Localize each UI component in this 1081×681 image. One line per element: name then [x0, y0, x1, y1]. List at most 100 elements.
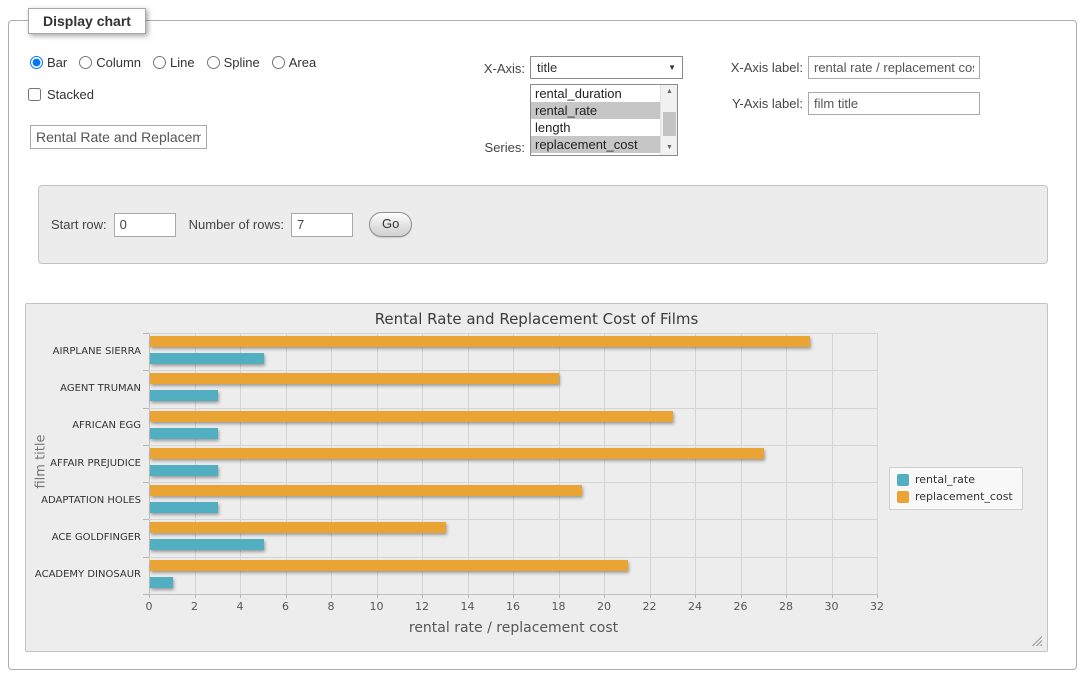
gridline-vertical — [559, 333, 560, 594]
series-option-rental_duration[interactable]: rental_duration — [531, 85, 660, 102]
series-listbox-label: Series: — [440, 140, 525, 155]
chart-type-option-area[interactable]: Area — [272, 55, 316, 70]
gridline-vertical — [468, 333, 469, 594]
gridline-vertical — [331, 333, 332, 594]
chart-type-radio-bar[interactable] — [30, 56, 43, 69]
bar-rental_rate-affair-prejudice — [150, 465, 218, 476]
gridline-horizontal — [149, 482, 878, 483]
series-option-replacement_cost[interactable]: replacement_cost — [531, 136, 660, 153]
gridline-vertical — [832, 333, 833, 594]
num-rows-label: Number of rows: — [189, 217, 284, 232]
num-rows-input[interactable] — [291, 213, 353, 237]
series-option-length[interactable]: length — [531, 119, 660, 136]
y-tick-mark — [143, 482, 149, 483]
chart-title-input[interactable] — [30, 125, 207, 149]
chart-type-option-bar[interactable]: Bar — [30, 55, 67, 70]
chart-type-option-label: Line — [170, 55, 195, 70]
gridline-vertical — [286, 333, 287, 594]
gridline-horizontal — [149, 519, 878, 520]
scroll-up-icon[interactable]: ▲ — [661, 85, 678, 99]
category-label: AIRPLANE SIERRA — [26, 346, 141, 357]
x-tick-label: 32 — [862, 600, 892, 613]
legend-item-replacement_cost[interactable]: replacement_cost — [897, 490, 1013, 503]
go-button[interactable]: Go — [369, 212, 412, 237]
stacked-option[interactable]: Stacked — [28, 87, 94, 102]
x-tick-label: 22 — [635, 600, 665, 613]
bar-replacement_cost-airplane-sierra — [150, 336, 810, 347]
x-axis-select[interactable]: title ▼ — [530, 56, 683, 79]
y-tick-mark — [143, 519, 149, 520]
bar-rental_rate-academy-dinosaur — [150, 577, 173, 588]
x-tick-label: 26 — [726, 600, 756, 613]
gridline-horizontal — [149, 370, 878, 371]
x-axis-title: rental rate / replacement cost — [149, 620, 878, 636]
chart-type-option-column[interactable]: Column — [79, 55, 141, 70]
legend-label: rental_rate — [915, 473, 975, 486]
x-tick-label: 30 — [817, 600, 847, 613]
stacked-label: Stacked — [47, 87, 94, 102]
x-tick-label: 18 — [544, 600, 574, 613]
gridline-horizontal — [149, 445, 878, 446]
legend-label: replacement_cost — [915, 490, 1013, 503]
category-label: AGENT TRUMAN — [26, 383, 141, 394]
series-listbox[interactable]: ▲ ▼ rental_durationrental_ratelengthrepl… — [530, 84, 678, 156]
category-label: AFRICAN EGG — [26, 420, 141, 431]
bar-replacement_cost-african-egg — [150, 411, 673, 422]
x-tick-label: 16 — [498, 600, 528, 613]
chart-container: Rental Rate and Replacement Cost of Film… — [25, 303, 1048, 652]
y-axis-label-caption: Y-Axis label: — [710, 96, 803, 111]
bar-rental_rate-agent-truman — [150, 390, 218, 401]
x-tick-label: 14 — [453, 600, 483, 613]
chart-type-option-line[interactable]: Line — [153, 55, 195, 70]
gridline-vertical — [240, 333, 241, 594]
gridline-vertical — [650, 333, 651, 594]
x-axis-label-caption: X-Axis label: — [710, 60, 803, 75]
resize-handle-icon[interactable] — [1032, 636, 1042, 646]
bar-replacement_cost-adaptation-holes — [150, 485, 582, 496]
x-tick-label: 10 — [362, 600, 392, 613]
x-tick-label: 24 — [680, 600, 710, 613]
gridline-vertical — [786, 333, 787, 594]
bar-replacement_cost-affair-prejudice — [150, 448, 764, 459]
x-tick-label: 8 — [316, 600, 346, 613]
gridline-horizontal — [149, 333, 878, 334]
legend-swatch-icon — [897, 474, 909, 486]
y-tick-mark — [143, 333, 149, 334]
category-label: ACADEMY DINOSAUR — [26, 569, 141, 580]
stacked-checkbox[interactable] — [28, 88, 41, 101]
chart-type-radio-spline[interactable] — [207, 56, 220, 69]
bar-rental_rate-african-egg — [150, 428, 218, 439]
chart-legend: rental_rate replacement_cost — [889, 467, 1023, 510]
y-axis-label-input[interactable] — [808, 92, 980, 115]
x-axis-select-label: X-Axis: — [440, 61, 525, 76]
x-tick-label: 2 — [180, 600, 210, 613]
scrollbar-thumb[interactable] — [663, 112, 676, 136]
series-option-rental_rate[interactable]: rental_rate — [531, 102, 660, 119]
category-label: ACE GOLDFINGER — [26, 532, 141, 543]
gridline-horizontal — [149, 557, 878, 558]
gridline-vertical — [422, 333, 423, 594]
chart-type-option-label: Spline — [224, 55, 260, 70]
x-tick-label: 6 — [271, 600, 301, 613]
x-tick-label: 20 — [589, 600, 619, 613]
y-tick-mark — [143, 445, 149, 446]
chart-type-radio-area[interactable] — [272, 56, 285, 69]
gridline-vertical — [604, 333, 605, 594]
listbox-scrollbar[interactable]: ▲ ▼ — [660, 85, 677, 155]
gridline-vertical — [513, 333, 514, 594]
gridline-vertical — [695, 333, 696, 594]
chart-type-radio-column[interactable] — [79, 56, 92, 69]
start-row-input[interactable] — [114, 213, 176, 237]
legend-item-rental_rate[interactable]: rental_rate — [897, 473, 1013, 486]
bar-rental_rate-airplane-sierra — [150, 353, 264, 364]
bar-rental_rate-adaptation-holes — [150, 502, 218, 513]
app-screen: Display chart BarColumnLineSplineArea St… — [0, 0, 1081, 681]
bar-replacement_cost-academy-dinosaur — [150, 560, 628, 571]
y-tick-mark — [143, 594, 149, 595]
bar-rental_rate-ace-goldfinger — [150, 539, 264, 550]
chart-type-option-spline[interactable]: Spline — [207, 55, 260, 70]
x-axis-label-input[interactable] — [808, 56, 980, 79]
chart-type-radio-line[interactable] — [153, 56, 166, 69]
scroll-down-icon[interactable]: ▼ — [661, 141, 678, 155]
y-tick-mark — [143, 408, 149, 409]
